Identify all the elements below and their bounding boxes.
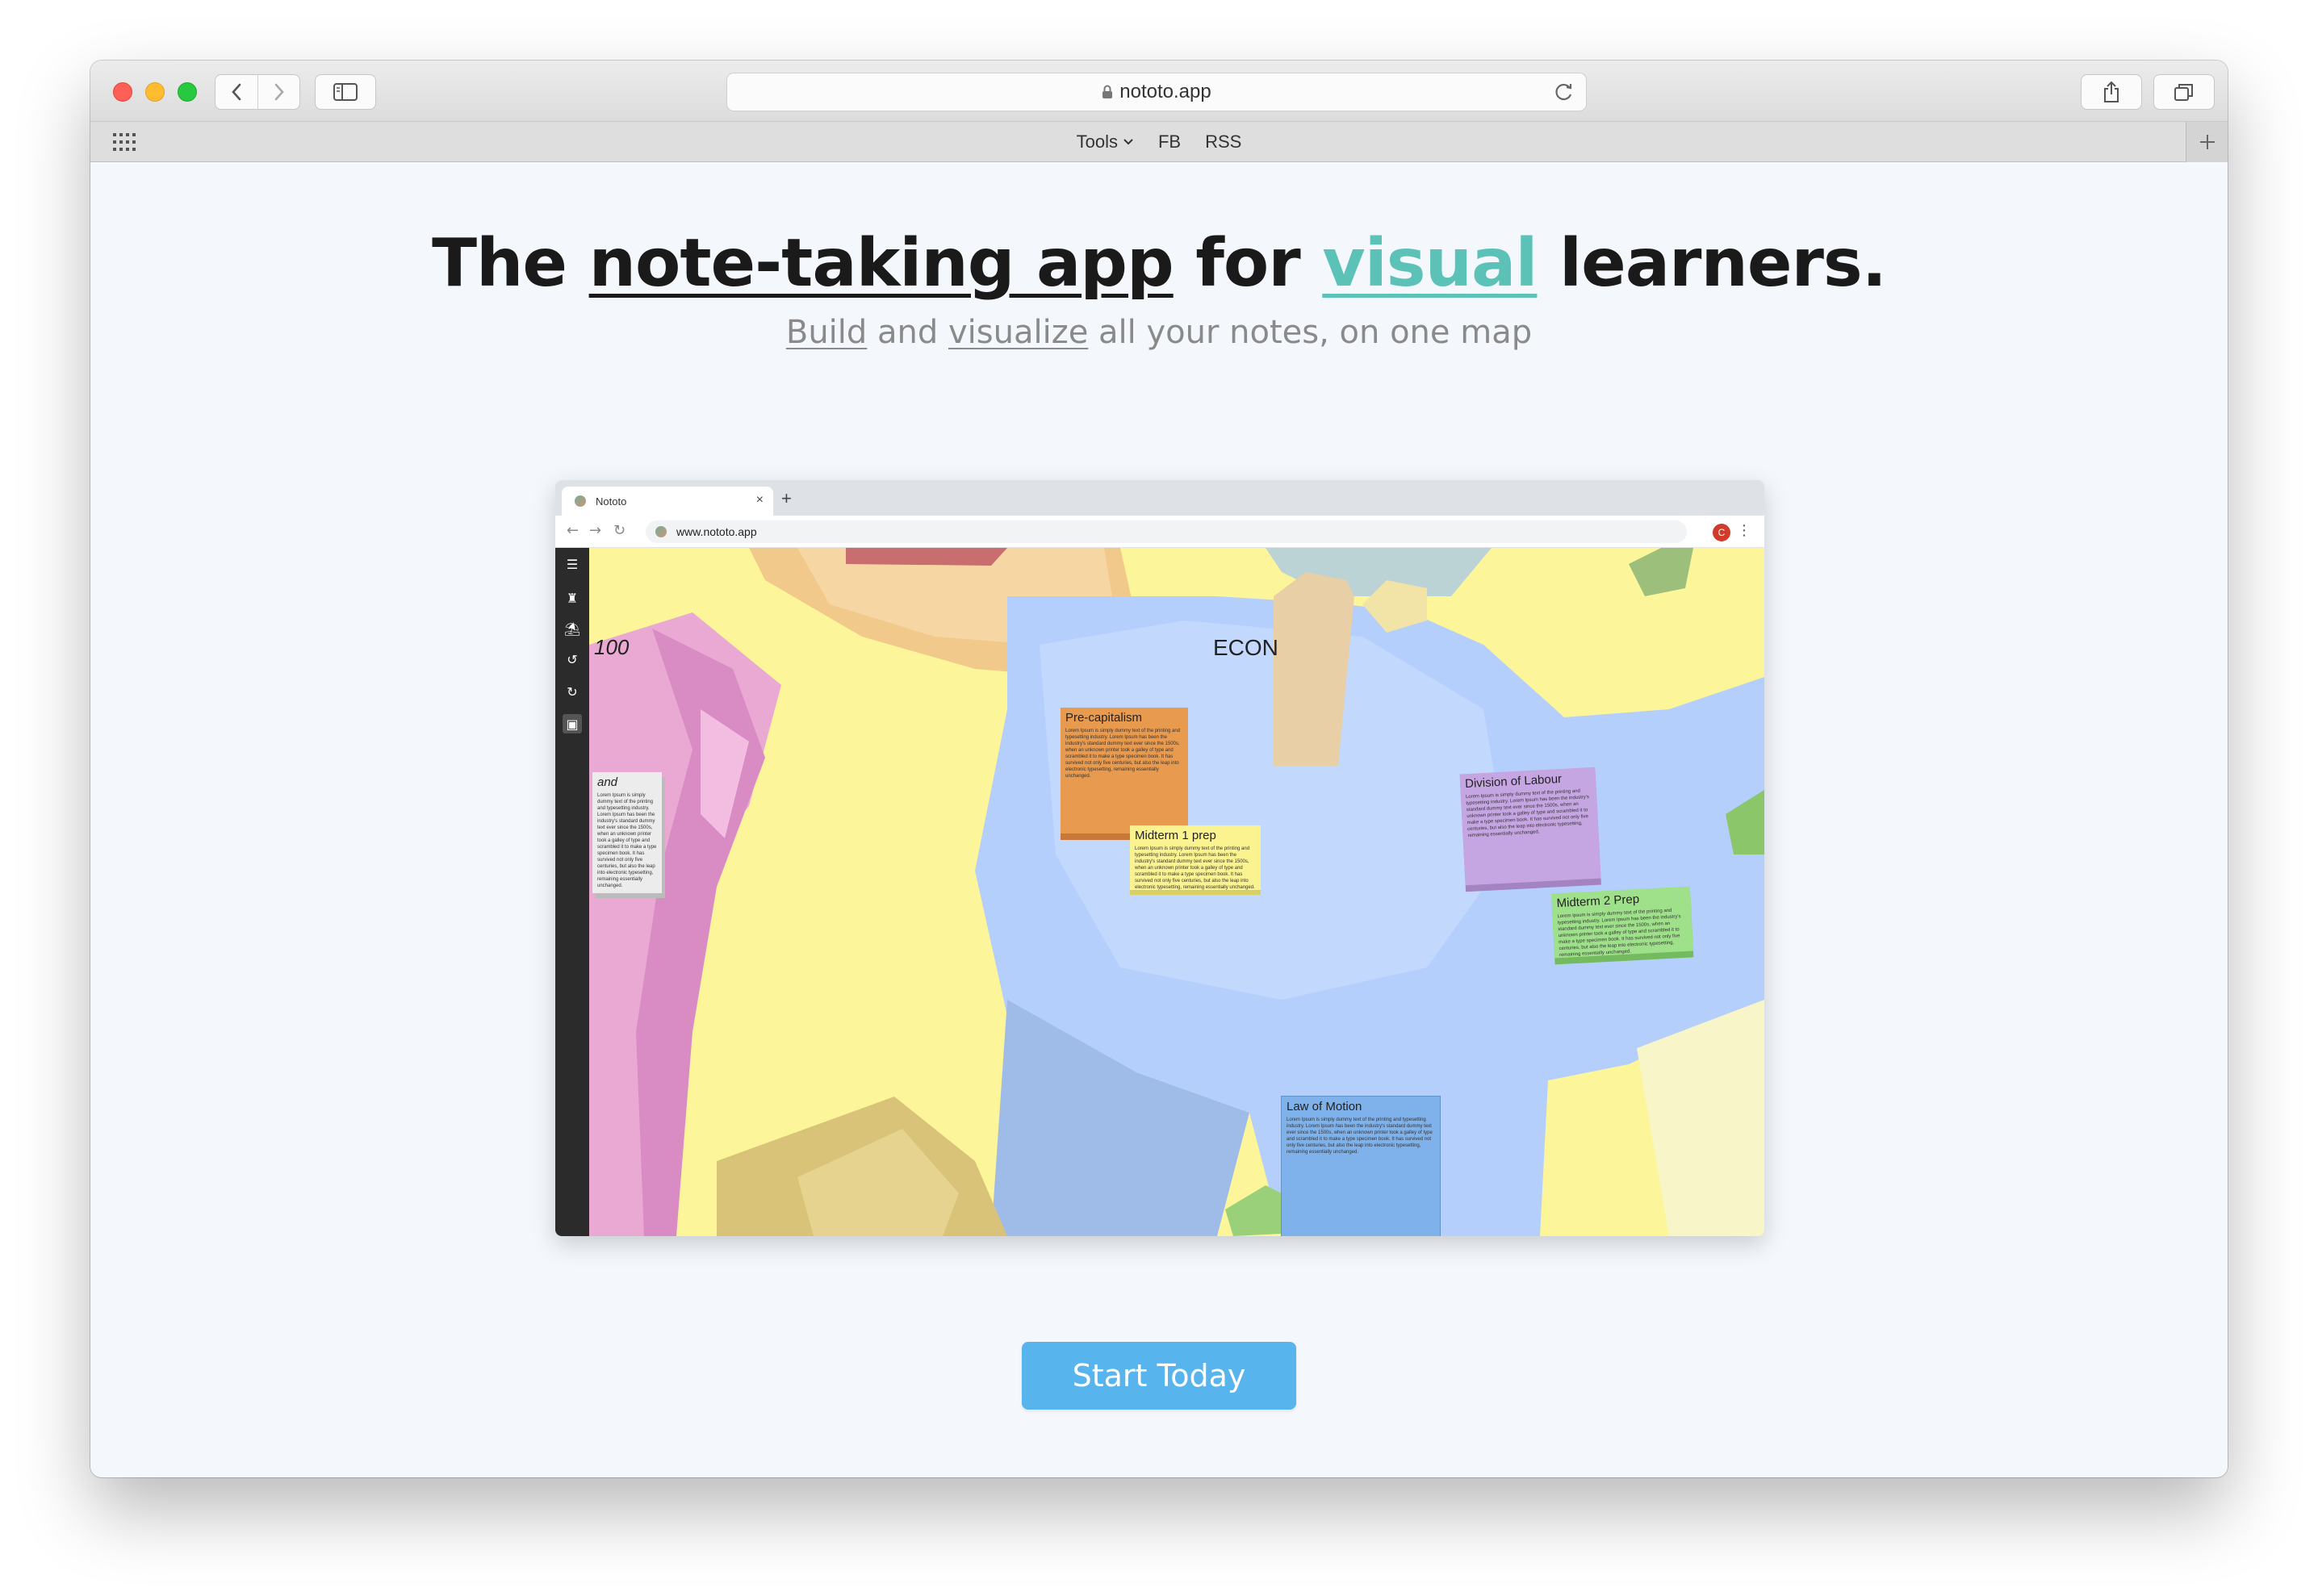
chess-rook-icon: ♜ bbox=[566, 590, 579, 606]
subtitle-text: all your notes, on one map bbox=[1088, 314, 1533, 351]
bookmark-tools[interactable]: Tools bbox=[1077, 132, 1134, 152]
note-body: Lorem Ipsum is simply dummy text of the … bbox=[1065, 729, 1181, 779]
hero-title: The note-taking app for visual learners. bbox=[90, 225, 2228, 302]
chevron-left-icon bbox=[232, 83, 241, 101]
note-card-law-of-motion: Law of Motion Lorem Ipsum is simply dumm… bbox=[1282, 1097, 1440, 1236]
hamburger-menu-icon: ☰ bbox=[566, 556, 579, 572]
map-region-label: ECON bbox=[1213, 635, 1278, 660]
close-icon: × bbox=[755, 493, 764, 507]
map-canvas: ☰ ♜ ⛱ ↺ ↻ ▣ 100 ECON and Lorem Ipsum is … bbox=[555, 548, 1764, 1236]
note-title: Pre-capitalism bbox=[1065, 711, 1143, 725]
chevron-right-icon bbox=[274, 83, 284, 101]
chevron-down-icon bbox=[1123, 139, 1133, 145]
island-icon: ⛱ bbox=[563, 620, 581, 637]
note-body: Lorem Ipsum is simply dummy text of the … bbox=[597, 793, 657, 888]
sidebar-toggle-button[interactable] bbox=[315, 74, 376, 110]
arrow-right-icon: → bbox=[589, 522, 602, 539]
show-tabs-button[interactable] bbox=[2153, 74, 2215, 110]
hero-subtitle: Build and visualize all your notes, on o… bbox=[90, 314, 2228, 351]
globe-icon bbox=[575, 495, 586, 507]
note-title: and bbox=[597, 775, 618, 789]
bookmark-fb[interactable]: FB bbox=[1158, 132, 1181, 152]
share-button[interactable] bbox=[2081, 74, 2142, 110]
tabs-overview-icon bbox=[2174, 84, 2193, 101]
visual-link[interactable]: visual bbox=[1322, 225, 1538, 302]
url-text: nototo.app bbox=[1119, 81, 1211, 102]
note-card-division-of-labour: Division of Labour Lorem Ipsum is simply… bbox=[1459, 767, 1601, 886]
bookmarks-bar: Tools FB RSS bbox=[90, 122, 2228, 162]
preview-sidebar: ☰ ♜ ⛱ ↺ ↻ ▣ bbox=[555, 548, 589, 1236]
new-tab-button[interactable] bbox=[2186, 122, 2228, 162]
address-bar[interactable]: nototo.app bbox=[726, 73, 1587, 111]
preview-tabstrip: Nototo × + bbox=[555, 480, 1764, 516]
minimize-window-button[interactable] bbox=[145, 82, 165, 102]
page-content: The note-taking app for visual learners.… bbox=[90, 162, 2228, 1477]
share-icon bbox=[2104, 81, 2119, 102]
bookmark-rss[interactable]: RSS bbox=[1205, 132, 1241, 152]
note-card-pre-capitalism: Pre-capitalism Lorem Ipsum is simply dum… bbox=[1061, 708, 1188, 834]
note-taking-app-link[interactable]: note-taking app bbox=[589, 225, 1174, 302]
visualize-link[interactable]: visualize bbox=[948, 314, 1088, 351]
bookmark-label: FB bbox=[1157, 132, 1182, 152]
note-title: Midterm 1 prep bbox=[1135, 829, 1216, 842]
close-window-button[interactable] bbox=[113, 82, 132, 102]
redo-icon: ↻ bbox=[567, 683, 578, 700]
plus-icon: + bbox=[781, 488, 792, 508]
bookmark-list: Tools FB RSS bbox=[90, 122, 2228, 162]
forward-button[interactable] bbox=[257, 75, 299, 109]
back-button[interactable] bbox=[215, 75, 257, 109]
start-today-button[interactable]: Start Today bbox=[1022, 1342, 1296, 1410]
undo-icon: ↺ bbox=[567, 651, 578, 667]
nav-buttons bbox=[215, 74, 300, 110]
subtitle-text: and bbox=[867, 314, 948, 351]
note-card-midterm-2-prep: Midterm 2 Prep Lorem Ipsum is simply dum… bbox=[1551, 886, 1693, 959]
preview-tab-title: Nototo bbox=[596, 495, 627, 508]
globe-icon bbox=[655, 526, 667, 537]
note-body: Lorem Ipsum is simply dummy text of the … bbox=[1465, 788, 1590, 839]
reload-icon[interactable] bbox=[1554, 81, 1575, 102]
browser-window: nototo.app Tools FB RSS The note-taking … bbox=[90, 61, 2228, 1477]
title-text: The bbox=[432, 225, 589, 302]
save-icon: ▣ bbox=[563, 714, 582, 733]
title-bar: nototo.app bbox=[90, 61, 2228, 122]
note-title: Law of Motion bbox=[1287, 1100, 1362, 1113]
preview-tab: Nototo × bbox=[562, 487, 773, 516]
app-preview-screenshot: Nototo × + ← → ↻ www.nototo.app C ⋮ ☰ ♜ … bbox=[555, 480, 1764, 1236]
preview-toolbar: ← → ↻ www.nototo.app C ⋮ bbox=[555, 516, 1764, 548]
avatar: C bbox=[1713, 524, 1730, 541]
note-body: Lorem Ipsum is simply dummy text of the … bbox=[1135, 846, 1255, 890]
note-card: and Lorem Ipsum is simply dummy text of … bbox=[592, 772, 662, 893]
counter-label: 100 bbox=[594, 635, 630, 659]
title-text: learners. bbox=[1537, 225, 1887, 302]
reload-icon: ↻ bbox=[613, 522, 626, 539]
title-text: for bbox=[1173, 225, 1323, 302]
kebab-menu-icon: ⋮ bbox=[1737, 522, 1751, 539]
sidebar-icon bbox=[333, 83, 358, 101]
bookmark-label: RSS bbox=[1205, 132, 1242, 152]
lock-icon bbox=[1103, 85, 1113, 98]
bookmark-label: Tools bbox=[1076, 132, 1118, 152]
preview-url: www.nototo.app bbox=[676, 525, 757, 538]
note-card-midterm-1-prep: Midterm 1 prep Lorem Ipsum is simply dum… bbox=[1130, 825, 1261, 890]
note-body: Lorem Ipsum is simply dummy text of the … bbox=[1287, 1118, 1433, 1155]
maximize-window-button[interactable] bbox=[178, 82, 197, 102]
note-body: Lorem Ipsum is simply dummy text of the … bbox=[1557, 908, 1681, 959]
arrow-left-icon: ← bbox=[567, 522, 580, 539]
build-link[interactable]: Build bbox=[786, 314, 867, 351]
preview-address-bar: www.nototo.app bbox=[646, 520, 1687, 543]
plus-icon bbox=[2199, 135, 2215, 149]
